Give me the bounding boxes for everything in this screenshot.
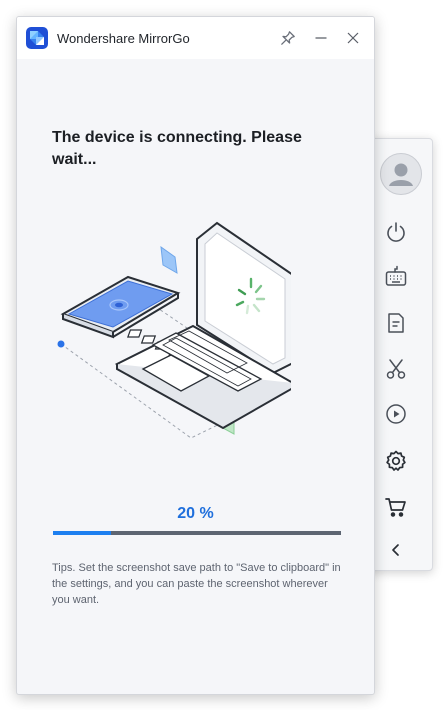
minimize-icon: [315, 37, 327, 39]
connection-illustration: [51, 213, 296, 448]
tips-text: Tips. Set the screenshot save path to "S…: [52, 562, 341, 606]
cart-button[interactable]: [379, 490, 413, 524]
cart-icon: [385, 498, 406, 517]
chevron-left-icon: [392, 544, 399, 556]
pin-button[interactable]: [278, 28, 298, 48]
close-icon: [347, 32, 359, 44]
power-button[interactable]: [379, 215, 413, 249]
settings-button[interactable]: [379, 444, 413, 478]
record-button[interactable]: [379, 397, 413, 431]
keyboard-icon: [385, 265, 407, 286]
keyboard-button[interactable]: [379, 259, 413, 293]
main-window: Wondershare MirrorGo The device is conne…: [16, 16, 375, 695]
pin-icon: [281, 31, 295, 45]
file-button[interactable]: [379, 306, 413, 340]
progress-bar-fill: [53, 531, 111, 535]
avatar[interactable]: [380, 153, 422, 195]
power-icon: [387, 222, 405, 242]
app-logo: [26, 27, 48, 49]
app-title: Wondershare MirrorGo: [57, 31, 190, 46]
progress-percent: 20 %: [177, 505, 214, 522]
screenshot-button[interactable]: [379, 352, 413, 386]
scissors-icon: [386, 359, 406, 379]
title-bar[interactable]: Wondershare MirrorGo: [17, 17, 374, 59]
record-icon: [386, 404, 406, 424]
file-icon: [388, 313, 404, 333]
minimize-button[interactable]: [311, 28, 331, 48]
close-button[interactable]: [343, 28, 363, 48]
connecting-heading: The device is connecting. Please wait...: [52, 129, 302, 168]
collapse-toolbar-button[interactable]: [379, 533, 413, 567]
progress-bar: [53, 531, 341, 535]
settings-icon: [386, 450, 406, 471]
